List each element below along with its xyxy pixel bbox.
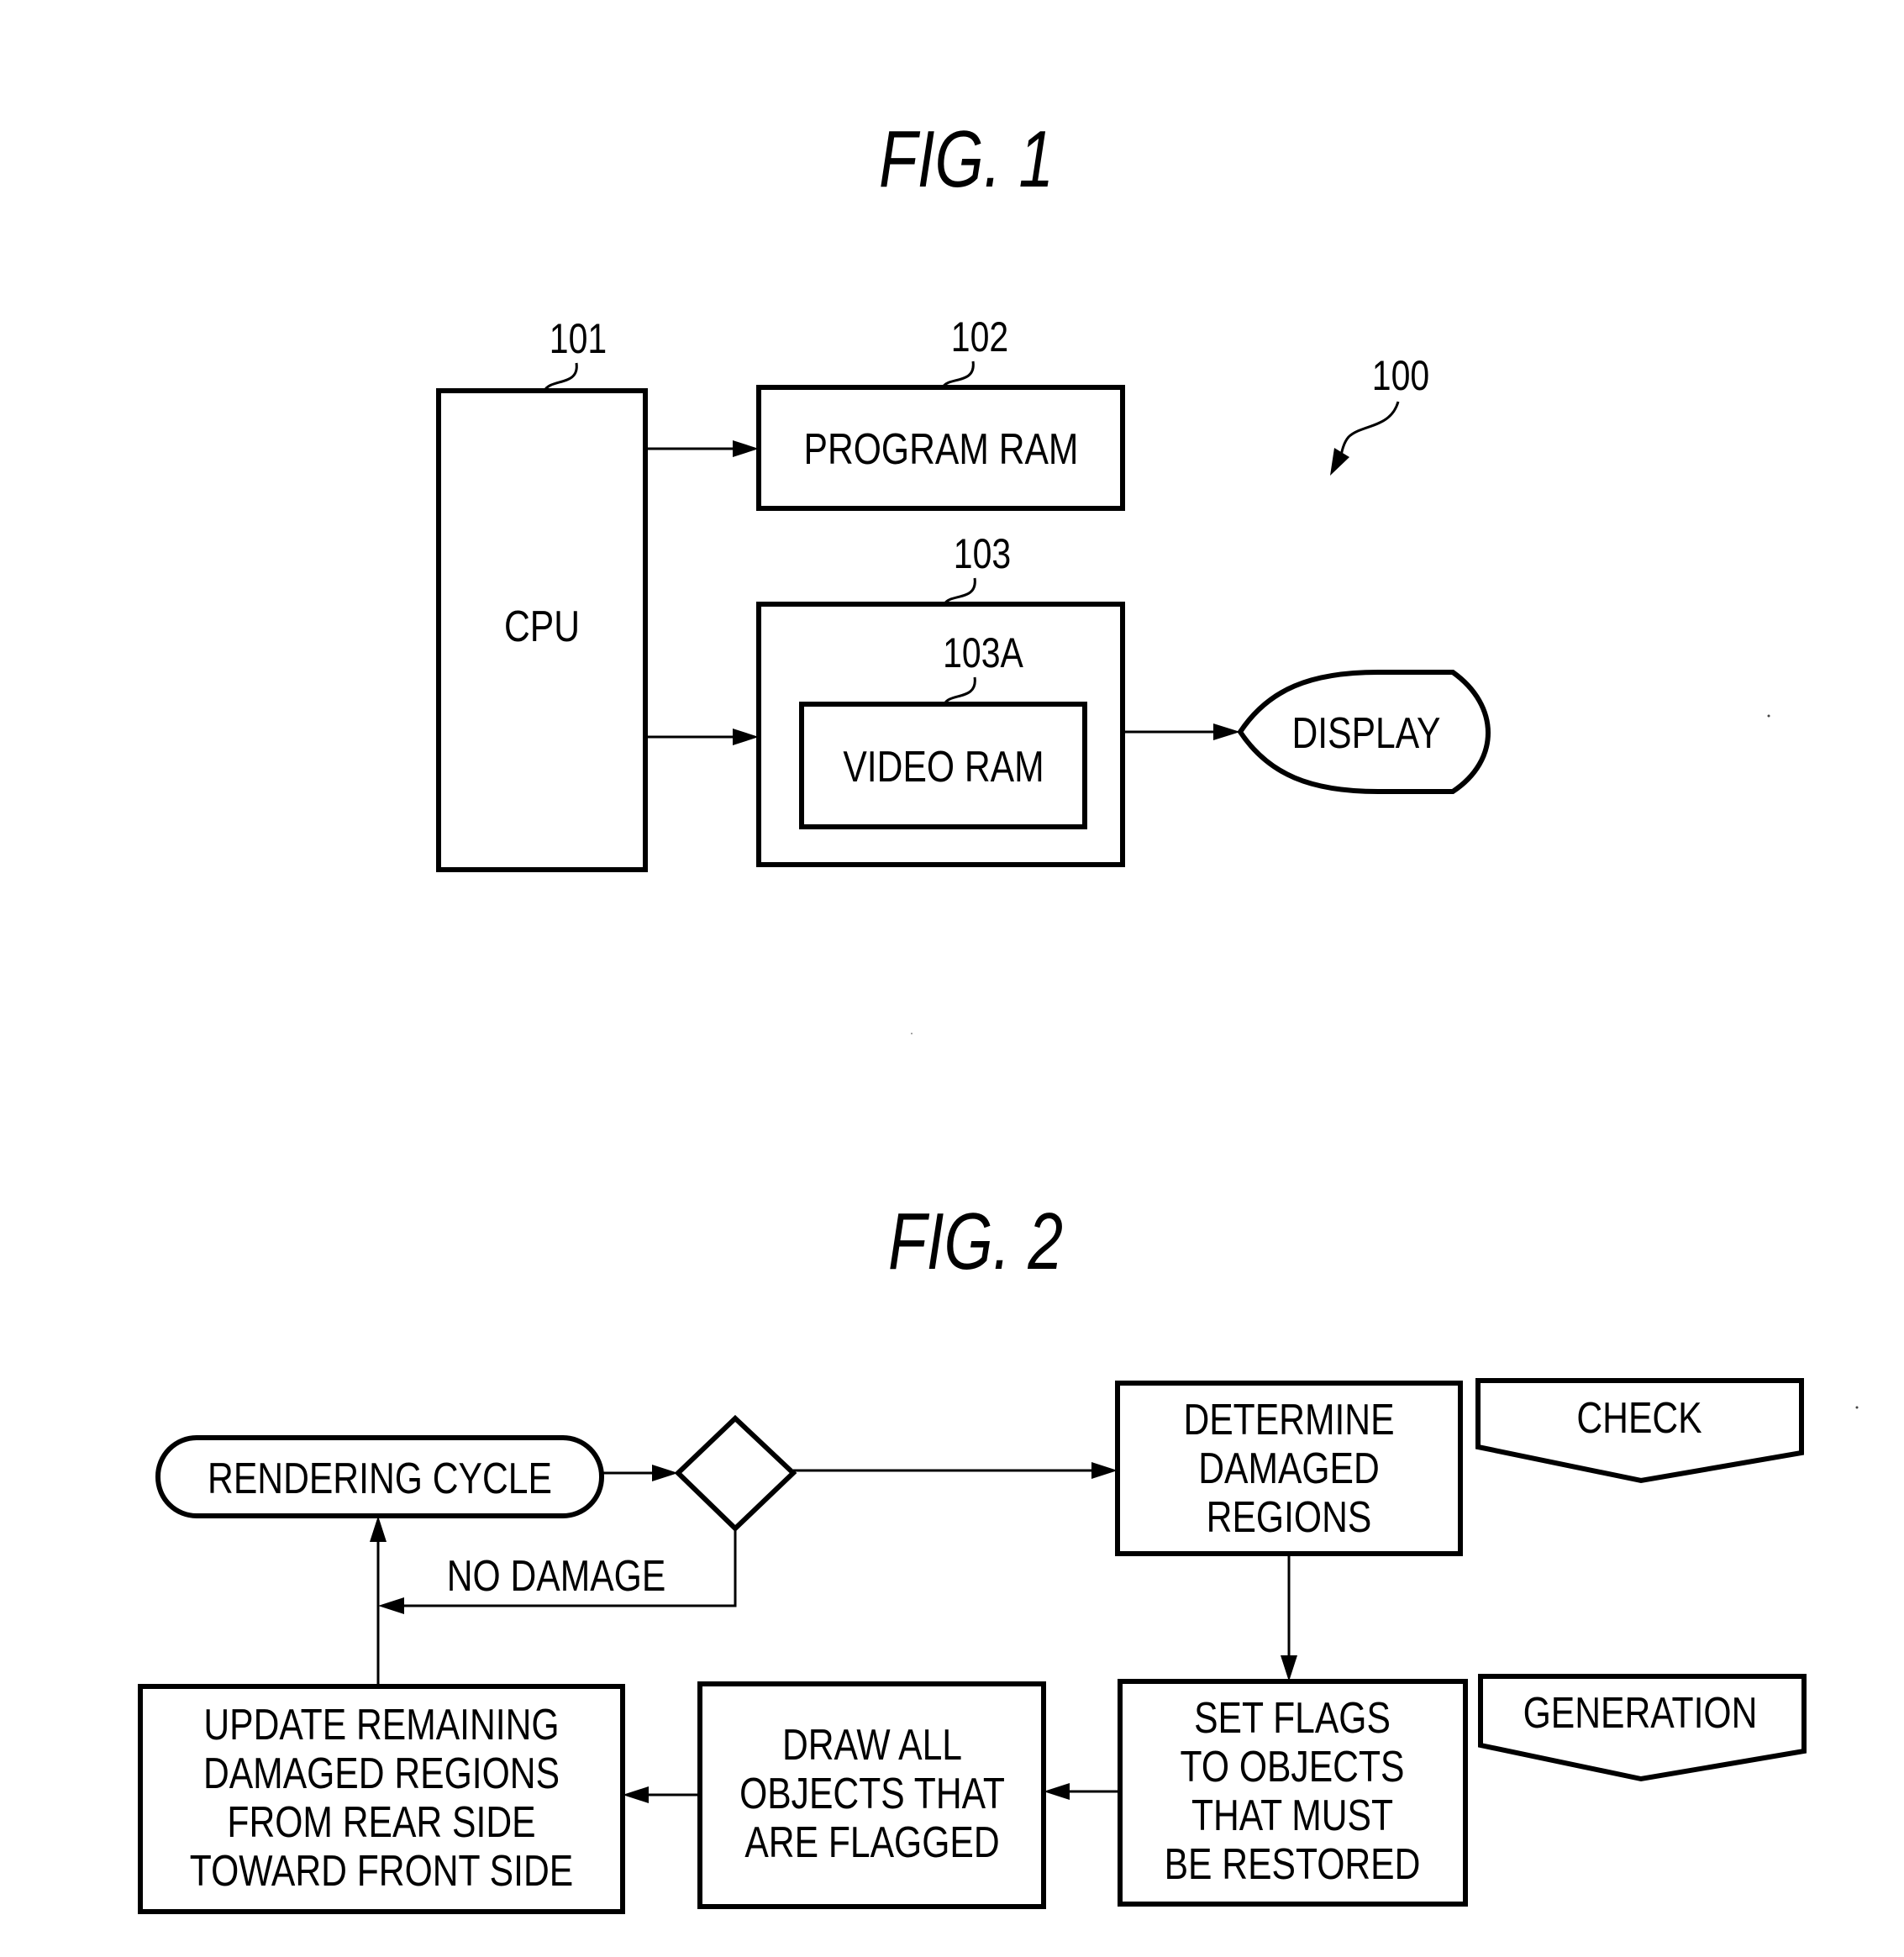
set-flags-step: SET FLAGS TO OBJECTS THAT MUST BE RESTOR…	[1118, 1679, 1468, 1907]
damage-decision-diamond	[674, 1414, 797, 1533]
speck	[911, 1033, 913, 1034]
program-ram-leader-line	[941, 360, 975, 388]
patent-drawing: FIG. 1 CPU 101 PROGRAM RAM 102 103 VIDEO…	[138, 114, 1859, 1914]
speck	[1767, 714, 1770, 718]
video-to-display-arrowhead	[1213, 723, 1240, 740]
cpu-to-video-arrowhead	[733, 729, 759, 745]
draw-line-1: DRAW ALL	[782, 1721, 962, 1770]
set-flags-line-3: THAT MUST	[1191, 1791, 1393, 1840]
no-damage-arrowhead	[378, 1597, 404, 1614]
decision-to-determine-arrowhead	[1091, 1462, 1118, 1479]
video-block-ref-number: 103	[954, 530, 1011, 577]
determine-to-set-flags-arrowhead	[1281, 1655, 1297, 1681]
generation-phase-tag: GENERATION	[1478, 1674, 1807, 1782]
system-reference: 100	[1330, 352, 1429, 476]
check-tag-label: CHECK	[1576, 1394, 1702, 1443]
update-line-4: TOWARD FRONT SIDE	[190, 1847, 573, 1896]
update-remaining-step: UPDATE REMAINING DAMAGED REGIONS FROM RE…	[138, 1684, 625, 1914]
generation-tag-label: GENERATION	[1523, 1689, 1758, 1738]
determine-line-3: REGIONS	[1207, 1493, 1372, 1542]
fig2-title: FIG. 2	[888, 1197, 1063, 1286]
set-flags-line-4: BE RESTORED	[1165, 1840, 1421, 1889]
cpu-label: CPU	[504, 602, 580, 651]
video-block: 103 VIDEO RAM 103A	[756, 530, 1125, 867]
cpu-leader-line	[543, 362, 578, 392]
system-ref-arrowhead	[1330, 448, 1349, 476]
update-line-2: DAMAGED REGIONS	[203, 1749, 560, 1798]
determine-line-1: DETERMINE	[1183, 1396, 1394, 1444]
update-to-cycle-arrowhead	[370, 1516, 387, 1542]
cpu-block: CPU 101	[436, 315, 648, 872]
set-flags-line-2: TO OBJECTS	[1181, 1743, 1405, 1791]
figure-1: FIG. 1 CPU 101 PROGRAM RAM 102 103 VIDEO…	[436, 114, 1770, 1034]
video-ram-ref-number: 103A	[943, 629, 1023, 676]
update-line-1: UPDATE REMAINING	[203, 1701, 559, 1749]
no-damage-label: NO DAMAGE	[447, 1552, 666, 1601]
program-ram-ref-number: 102	[951, 313, 1008, 360]
update-line-3: FROM REAR SIDE	[227, 1798, 535, 1847]
fig1-title: FIG. 1	[879, 114, 1054, 204]
set-flags-line-1: SET FLAGS	[1194, 1694, 1391, 1743]
display-block: DISPLAY	[1237, 670, 1491, 794]
speck	[1855, 1406, 1859, 1409]
draw-line-2: OBJECTS THAT	[739, 1770, 1005, 1818]
set-flags-to-draw-arrowhead	[1044, 1783, 1070, 1800]
draw-flagged-objects-step: DRAW ALL OBJECTS THAT ARE FLAGGED	[697, 1681, 1046, 1909]
draw-to-update-arrowhead	[623, 1786, 649, 1803]
check-phase-tag: CHECK	[1475, 1378, 1804, 1484]
draw-line-3: ARE FLAGGED	[744, 1818, 999, 1867]
cycle-to-decision-arrowhead	[652, 1465, 678, 1481]
program-ram-label: PROGRAM RAM	[804, 425, 1079, 474]
figure-2: FIG. 2 RENDERING CYCLE DETERMINE DAMAGED…	[138, 1197, 1859, 1914]
program-ram-block: PROGRAM RAM 102	[756, 313, 1125, 511]
determine-line-2: DAMAGED	[1198, 1444, 1380, 1493]
video-block-leader-line	[943, 577, 976, 605]
rendering-cycle-terminal: RENDERING CYCLE	[155, 1435, 604, 1518]
cpu-ref-number: 101	[550, 315, 607, 362]
video-ram-label: VIDEO RAM	[843, 743, 1044, 792]
system-ref-number: 100	[1372, 352, 1429, 399]
cpu-to-program-ram-arrowhead	[733, 440, 759, 457]
rendering-cycle-label: RENDERING CYCLE	[208, 1455, 552, 1503]
system-ref-curved-line	[1339, 401, 1400, 463]
display-label: DISPLAY	[1292, 709, 1441, 758]
determine-damaged-regions-step: DETERMINE DAMAGED REGIONS	[1115, 1381, 1463, 1556]
